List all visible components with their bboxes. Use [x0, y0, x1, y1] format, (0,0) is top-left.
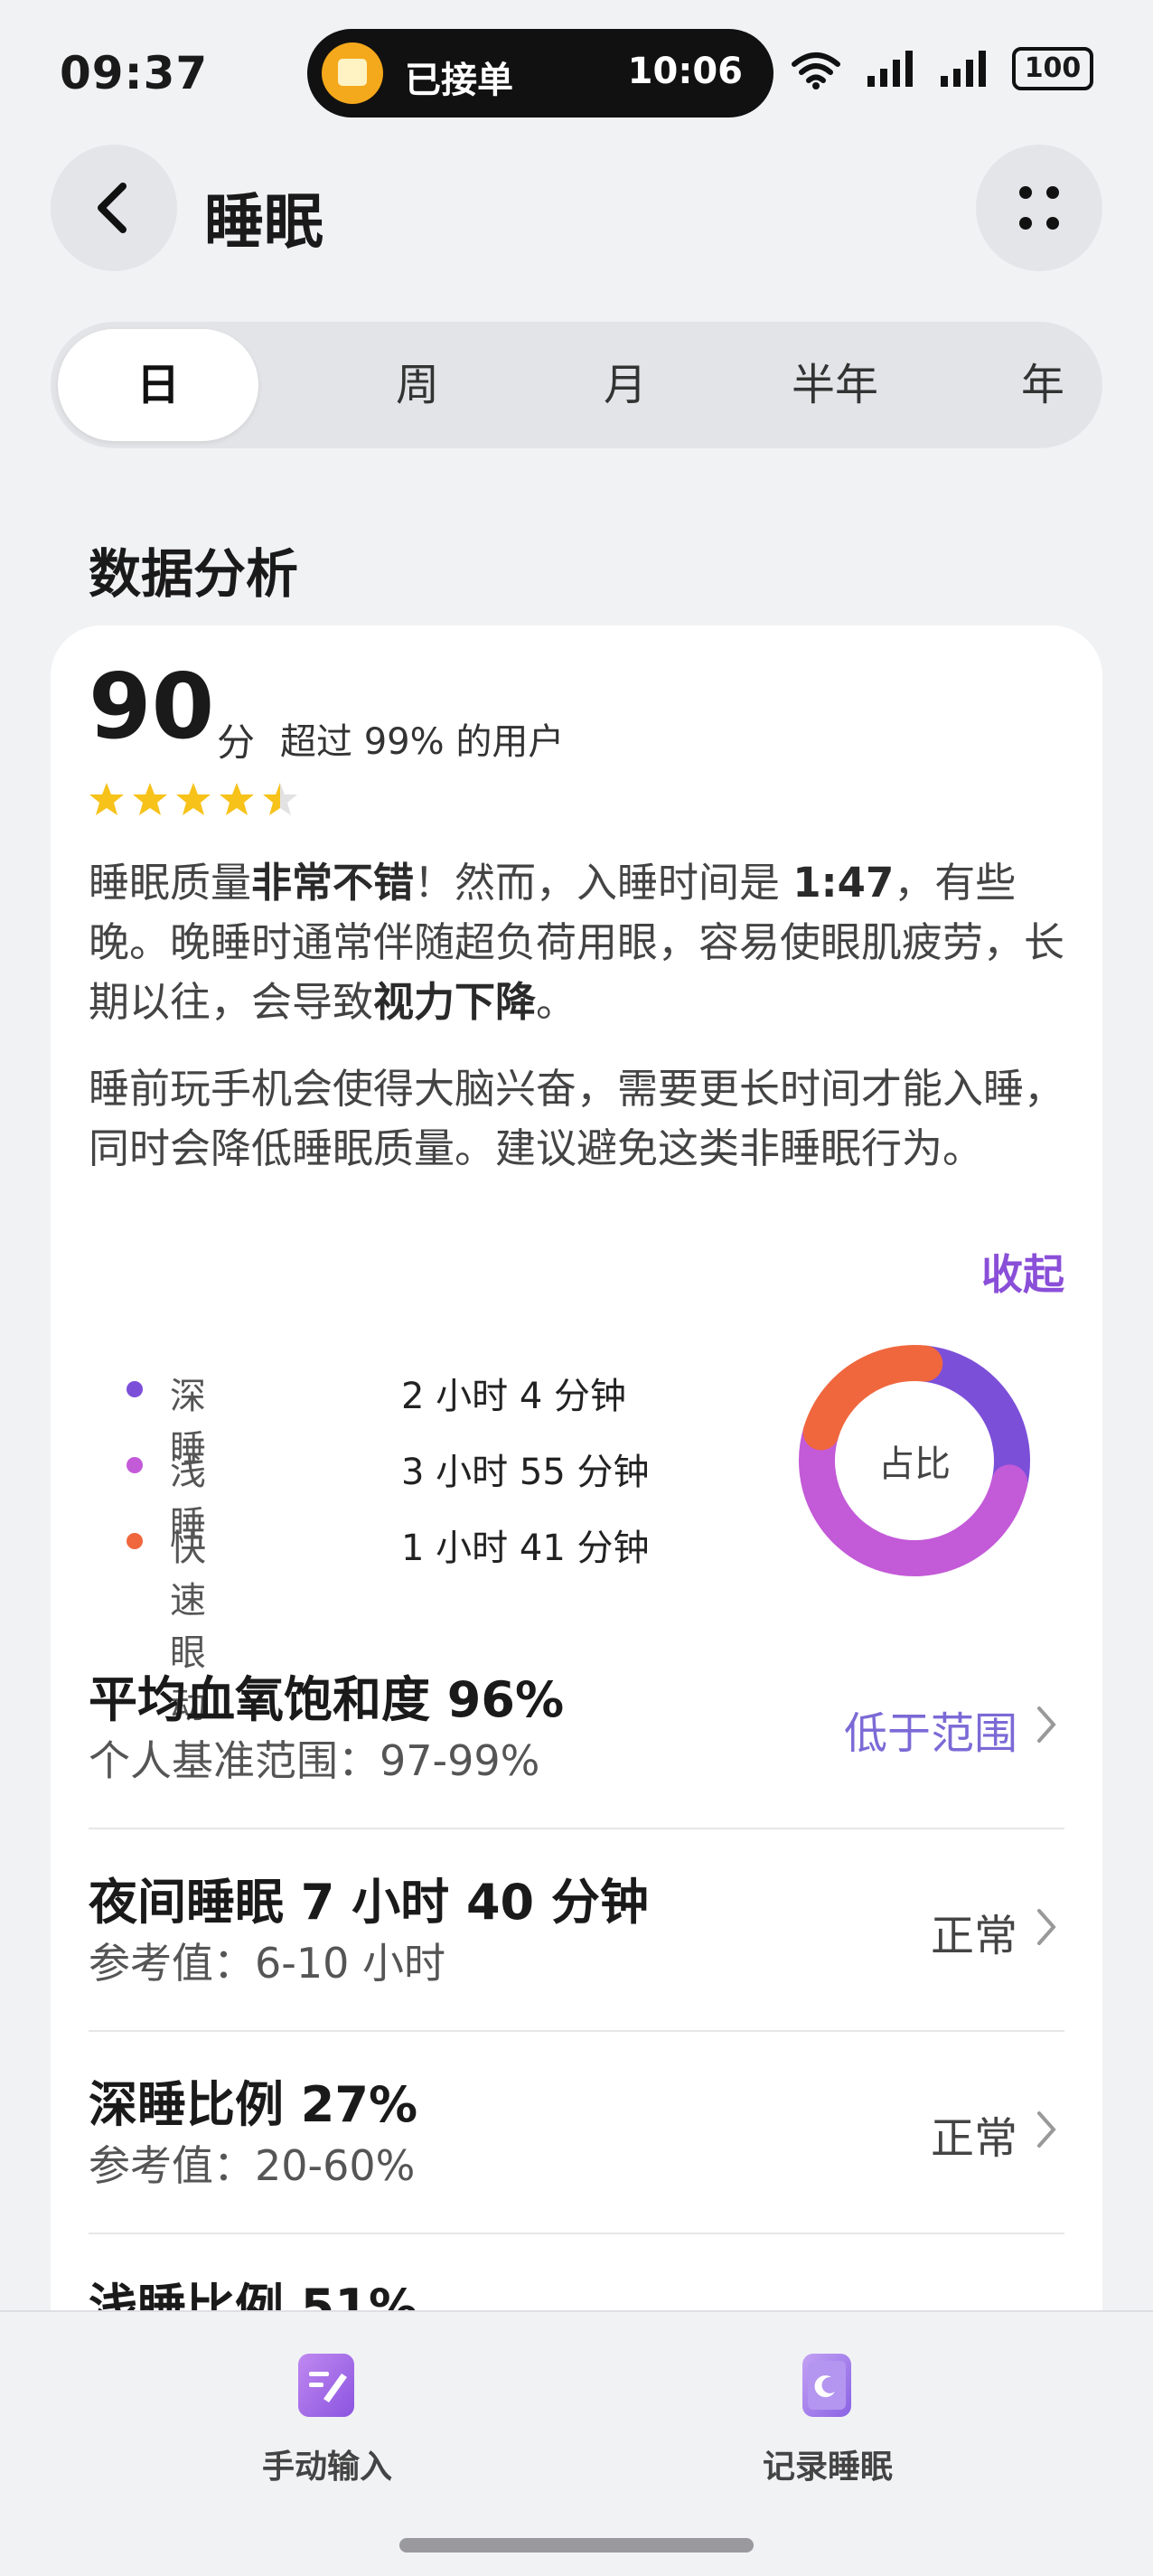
- tab-week[interactable]: 周: [313, 322, 522, 448]
- collapse-link[interactable]: 收起: [981, 1242, 1064, 1302]
- star-rating: [89, 783, 297, 815]
- chevron-left-icon: [98, 183, 127, 233]
- star-icon: [133, 783, 167, 815]
- period-tabs: 日 周 月 半年 年: [51, 322, 1102, 448]
- donut-segment: [802, 1345, 943, 1451]
- chevron-right-icon: [1037, 2111, 1056, 2148]
- tab-year[interactable]: 年: [938, 322, 1148, 448]
- legend-dot: [127, 1381, 143, 1397]
- star-icon: [176, 783, 211, 815]
- chevron-right-icon: [1037, 1706, 1056, 1743]
- score-exceed-text: 超过 99% 的用户: [280, 721, 565, 763]
- metric-night-sleep[interactable]: 夜间睡眠 7 小时 40 分钟 参考值：6-10 小时 正常: [89, 1829, 1064, 2032]
- sleep-record-icon: [802, 2354, 851, 2417]
- edit-icon: [298, 2354, 354, 2417]
- record-sleep-button[interactable]: 记录睡眠: [692, 2339, 963, 2486]
- page-title: 睡眠: [204, 187, 323, 257]
- tab-month[interactable]: 月: [520, 322, 730, 448]
- legend-dot: [127, 1457, 143, 1473]
- status-icons: 100: [771, 47, 1093, 92]
- metric-status: 正常: [930, 1911, 1017, 1961]
- tab-half-year[interactable]: 半年: [730, 322, 940, 448]
- star-icon: [89, 783, 124, 815]
- status-bar: 09:37 已接单 10:06 100: [0, 0, 1153, 145]
- metric-status: 低于范围: [843, 1708, 1017, 1759]
- back-button[interactable]: [51, 145, 177, 271]
- home-indicator[interactable]: [399, 2538, 754, 2552]
- battery-icon: 100: [1012, 47, 1093, 90]
- signal-icon-2: [940, 51, 986, 87]
- delivery-app-icon: [322, 42, 383, 104]
- metric-status: 正常: [930, 2113, 1017, 2164]
- sleep-score: 90: [89, 653, 215, 759]
- bottom-action-bar: 手动输入 记录睡眠: [0, 2310, 1153, 2576]
- score-unit: 分: [217, 720, 256, 765]
- live-activity-label: 已接单: [405, 60, 513, 101]
- metric-spo2[interactable]: 平均血氧饱和度 96% 个人基准范围：97-99% 低于范围: [89, 1627, 1064, 1829]
- more-dots-icon: [1019, 186, 1059, 230]
- star-icon: [220, 783, 254, 815]
- chevron-right-icon: [1037, 1909, 1056, 1945]
- section-title: 数据分析: [89, 543, 299, 605]
- legend-dot: [127, 1533, 143, 1549]
- live-activity-pill[interactable]: 已接单 10:06: [307, 29, 773, 118]
- more-button[interactable]: [976, 145, 1102, 271]
- analysis-paragraph-1: 睡眠质量非常不错！然而，入睡时间是 1:47，有些晚。晚睡时通常伴随超负荷用眼，…: [89, 859, 1065, 1026]
- signal-icon: [867, 51, 913, 87]
- live-activity-time: 10:06: [627, 51, 743, 92]
- tab-day[interactable]: 日: [58, 329, 258, 441]
- analysis-paragraph-2: 睡前玩手机会使得大脑兴奋，需要更长时间才能入睡，同时会降低睡眠质量。建议避免这类…: [89, 1065, 1065, 1172]
- analysis-card: 90 分 超过 99% 的用户 睡眠质量非常不错！然而，入睡时间是 1:47，有…: [51, 625, 1102, 2415]
- half-star-icon: [263, 783, 297, 815]
- wifi-icon: [791, 52, 840, 89]
- manual-input-button[interactable]: 手动输入: [192, 2339, 463, 2486]
- donut-center-label: 占比: [878, 1443, 951, 1485]
- metric-deep-ratio[interactable]: 深睡比例 27% 参考值：20-60% 正常: [89, 2032, 1064, 2234]
- status-time: 09:37: [60, 47, 209, 99]
